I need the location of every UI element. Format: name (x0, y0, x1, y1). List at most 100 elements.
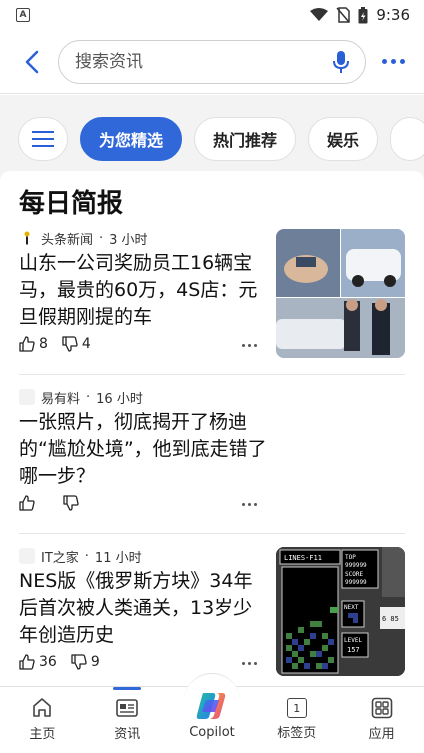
source-name: 头条新闻 (41, 232, 94, 248)
article-source: 头条新闻 · 3 小时 (19, 229, 254, 248)
article-thumbnail[interactable]: LINES-F11 TOP 999999 SCORE 999999 NEXT L… (276, 547, 405, 676)
back-button[interactable] (18, 42, 46, 82)
divider (19, 533, 405, 534)
article-item[interactable]: 易有料 · 16 小时 一张照片，彻底揭开了杨迪的“尴尬处境”，他到底走错了哪一… (19, 388, 405, 518)
publish-time: 11 小时 (94, 550, 142, 566)
article-item[interactable]: 头条新闻 · 3 小时 山东一公司奖励员工16辆宝马，最贵的60万，4S店：元旦… (19, 229, 405, 359)
nav-copilot[interactable]: Copilot (170, 673, 255, 753)
article-more-button[interactable] (242, 662, 257, 665)
category-tabs: 为您精选 热门推荐 娱乐 (0, 95, 424, 169)
battery-icon (358, 6, 368, 23)
menu-line (32, 138, 54, 140)
dislike-button[interactable]: 4 (62, 336, 91, 352)
tetris-level-label: LEVEL (344, 637, 362, 644)
article-more-button[interactable] (242, 344, 257, 347)
wifi-icon (310, 8, 329, 21)
tab-entertainment[interactable]: 娱乐 (308, 117, 379, 161)
yiyouliao-logo-icon (19, 389, 35, 405)
tetris-score-label: SCORE (345, 571, 363, 578)
tetris-side-value: 6 85 (382, 615, 399, 623)
article-title[interactable]: NES版《俄罗斯方块》34年后首次被人类通关，13岁少年创造历史 (19, 568, 264, 649)
tab-next-partial[interactable] (390, 117, 424, 161)
dislike-count: 9 (90, 654, 100, 670)
tab-count: 1 (293, 701, 301, 715)
tab-for-you[interactable]: 为您精选 (80, 117, 183, 161)
nav-news[interactable]: 资讯 (85, 687, 170, 753)
tetris-top-value: 999999 (345, 562, 367, 569)
article-actions (19, 495, 83, 511)
daily-brief-card: 每日简报 头条新闻 · 3 小时 山东一公司奖励员工16辆宝马，最贵的60万，4… (0, 171, 424, 686)
thumbs-up-icon (19, 336, 35, 352)
article-title[interactable]: 一张照片，彻底揭开了杨迪的“尴尬处境”，他到底走错了哪一步？ (19, 409, 269, 490)
like-button[interactable]: 36 (19, 654, 57, 670)
thumbs-down-icon (63, 495, 79, 511)
dislike-count: 4 (81, 336, 91, 352)
tabs-icon: 1 (286, 698, 307, 718)
search-box[interactable] (58, 39, 366, 84)
article-actions: 8 4 (19, 336, 91, 352)
separator: · (99, 230, 104, 246)
feed-area: 为您精选 热门推荐 娱乐 每日简报 头条新闻 · 3 小时 山东一公司奖励员工1… (0, 95, 424, 686)
menu-line (32, 131, 54, 133)
bottom-navigation: 主页 资讯 Copilot 1 标签页 应用 (0, 673, 424, 753)
nav-label: Copilot (189, 725, 235, 740)
nav-label: 应用 (368, 727, 395, 742)
newspaper-icon (116, 699, 138, 717)
tetris-score-value: 999999 (345, 579, 367, 586)
chevron-left-icon (25, 50, 39, 73)
article-more-button[interactable] (242, 503, 257, 506)
tab-trending[interactable]: 热门推荐 (194, 117, 297, 161)
article-source: 易有料 · 16 小时 (19, 388, 405, 407)
category-menu-button[interactable] (18, 117, 68, 161)
dot (381, 59, 387, 64)
no-sim-icon (336, 7, 351, 23)
ithome-logo-icon (19, 548, 35, 564)
separator: · (86, 389, 91, 405)
copilot-icon (196, 693, 226, 719)
dislike-button[interactable] (63, 495, 83, 511)
nav-home[interactable]: 主页 (0, 687, 85, 753)
app-notification-icon: A (16, 8, 30, 22)
clock: 9:36 (376, 6, 410, 24)
card-title: 每日简报 (19, 189, 124, 219)
tetris-top-label: TOP (345, 554, 356, 561)
search-header (0, 30, 424, 94)
thumbs-down-icon (71, 654, 87, 670)
microphone-icon[interactable] (333, 50, 349, 74)
article-title[interactable]: 山东一公司奖励员工16辆宝马，最贵的60万，4S店：元旦假期刚提的车 (19, 250, 264, 331)
status-bar: A 9:36 (0, 0, 424, 30)
tetris-next-label: NEXT (344, 604, 359, 611)
menu-line (32, 145, 54, 147)
source-name: IT之家 (41, 550, 79, 566)
like-button[interactable] (19, 495, 39, 511)
like-button[interactable]: 8 (19, 336, 48, 352)
dot (390, 59, 396, 64)
dislike-button[interactable]: 9 (71, 654, 100, 670)
divider (19, 374, 405, 375)
thumbs-down-icon (62, 336, 78, 352)
source-name: 易有料 (41, 391, 81, 407)
like-count: 8 (39, 336, 48, 352)
article-thumbnail[interactable] (276, 229, 405, 358)
more-options-button[interactable] (378, 42, 408, 82)
nav-label: 资讯 (114, 727, 141, 742)
tetris-level-value: 157 (347, 646, 360, 654)
article-actions: 36 9 (19, 654, 100, 670)
toutiao-logo-icon (19, 230, 35, 246)
apps-grid-icon (371, 697, 392, 719)
nav-label: 标签页 (277, 726, 317, 741)
like-count: 36 (39, 654, 57, 670)
nav-apps[interactable]: 应用 (339, 687, 424, 753)
tetris-lines: LINES-F11 (284, 554, 322, 562)
search-input[interactable] (75, 51, 333, 72)
article-item[interactable]: IT之家 · 11 小时 NES版《俄罗斯方块》34年后首次被人类通关，13岁少… (19, 547, 405, 677)
nav-tabs[interactable]: 1 标签页 (254, 687, 339, 753)
home-icon (33, 698, 52, 717)
publish-time: 16 小时 (96, 391, 143, 407)
thumbs-up-icon (19, 495, 35, 511)
separator: · (84, 548, 89, 564)
dot (399, 59, 405, 64)
thumbs-up-icon (19, 654, 35, 670)
publish-time: 3 小时 (109, 232, 148, 248)
nav-label: 主页 (29, 727, 56, 742)
